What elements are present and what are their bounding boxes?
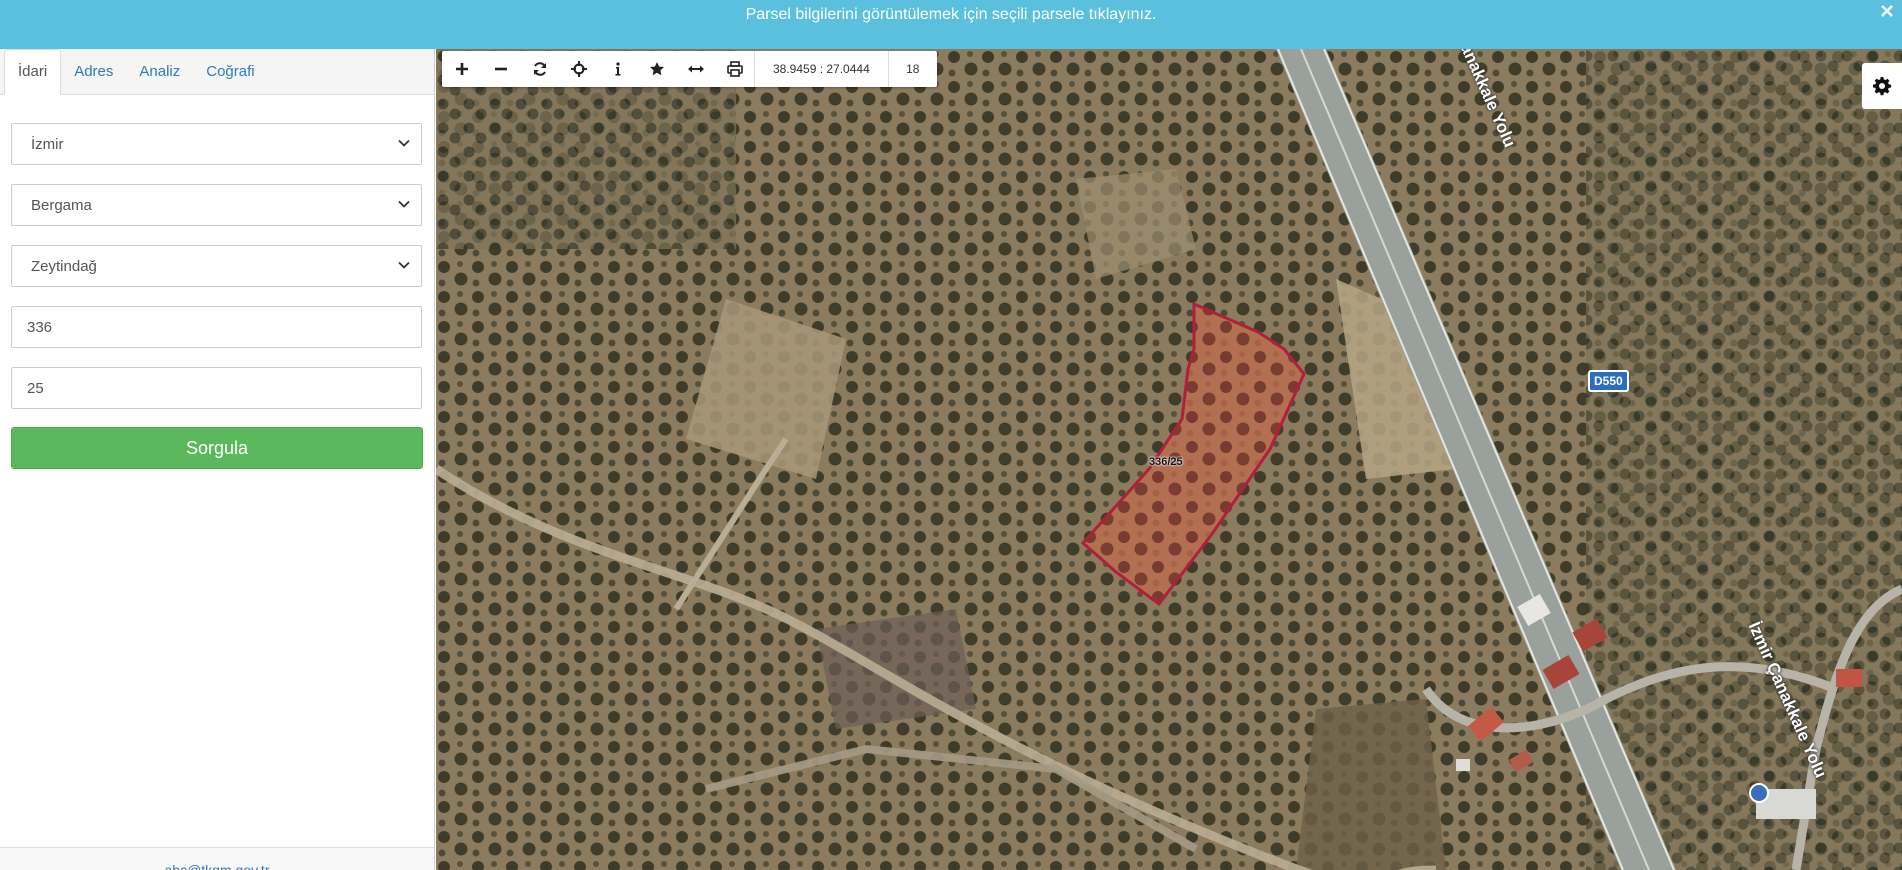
mahalle-select-value: Zeytindağ [31, 257, 97, 275]
notice-bar: Parsel bilgilerini görüntülemek için seç… [0, 0, 1902, 49]
footer-email-link[interactable]: abc@tkgm.gov.tr [165, 862, 270, 870]
close-icon[interactable]: × [1880, 0, 1894, 24]
minus-icon [494, 67, 507, 71]
refresh-icon [533, 62, 546, 76]
query-form: İzmir Bergama Zeytindağ 336 25 Sorgula [0, 95, 434, 469]
map-toolbar: 38.9459 : 27.0444 18 [442, 51, 937, 87]
map-view[interactable]: 336/25 Çanakkale Yolu İzmir Çanakkale Yo… [436, 49, 1902, 870]
chevron-down-icon [398, 200, 410, 208]
settings-button[interactable] [1862, 63, 1902, 109]
gear-icon [1873, 77, 1892, 96]
info-icon [615, 62, 620, 76]
il-select[interactable]: İzmir [11, 123, 422, 165]
print-button[interactable] [715, 51, 754, 87]
sorgula-button[interactable]: Sorgula [11, 427, 423, 469]
measure-button[interactable] [676, 51, 715, 87]
tab-analiz[interactable]: Analiz [126, 50, 193, 94]
parsel-input-value: 25 [27, 379, 44, 397]
crosshair-icon [570, 61, 587, 77]
plus-icon [455, 63, 468, 75]
ada-input-value: 336 [27, 318, 53, 336]
favorite-button[interactable] [637, 51, 676, 87]
print-icon [726, 61, 743, 77]
coordinate-readout: 38.9459 : 27.0444 [754, 51, 889, 87]
zoom-in-button[interactable] [442, 51, 481, 87]
refresh-button[interactable] [520, 51, 559, 87]
zoom-out-button[interactable] [481, 51, 520, 87]
locate-button[interactable] [559, 51, 598, 87]
chevron-down-icon [398, 139, 410, 147]
bus-stop-icon [1749, 783, 1769, 803]
tab-idari[interactable]: İdari [4, 49, 62, 95]
mahalle-select[interactable]: Zeytindağ [11, 245, 422, 287]
notice-message: Parsel bilgilerini görüntülemek için seç… [745, 5, 1157, 23]
parsel-input[interactable]: 25 [11, 367, 422, 409]
tab-bar: İdari Adres Analiz Coğrafi [0, 49, 434, 95]
tab-adres[interactable]: Adres [61, 50, 126, 94]
zoom-level: 18 [906, 62, 920, 76]
star-icon [649, 62, 664, 76]
parcel-label: 336/25 [1149, 456, 1183, 468]
info-button[interactable] [598, 51, 637, 87]
ilce-select[interactable]: Bergama [11, 184, 422, 226]
il-select-value: İzmir [31, 135, 64, 153]
query-panel: İdari Adres Analiz Coğrafi İzmir Bergama… [0, 49, 435, 870]
ilce-select-value: Bergama [31, 196, 92, 214]
road-shield: D550 [1588, 370, 1629, 392]
chevron-down-icon [398, 261, 410, 269]
measure-icon [687, 65, 704, 73]
ada-input[interactable]: 336 [11, 306, 422, 348]
footer: abc@tkgm.gov.tr [0, 847, 434, 870]
tab-cografi[interactable]: Coğrafi [193, 50, 267, 94]
